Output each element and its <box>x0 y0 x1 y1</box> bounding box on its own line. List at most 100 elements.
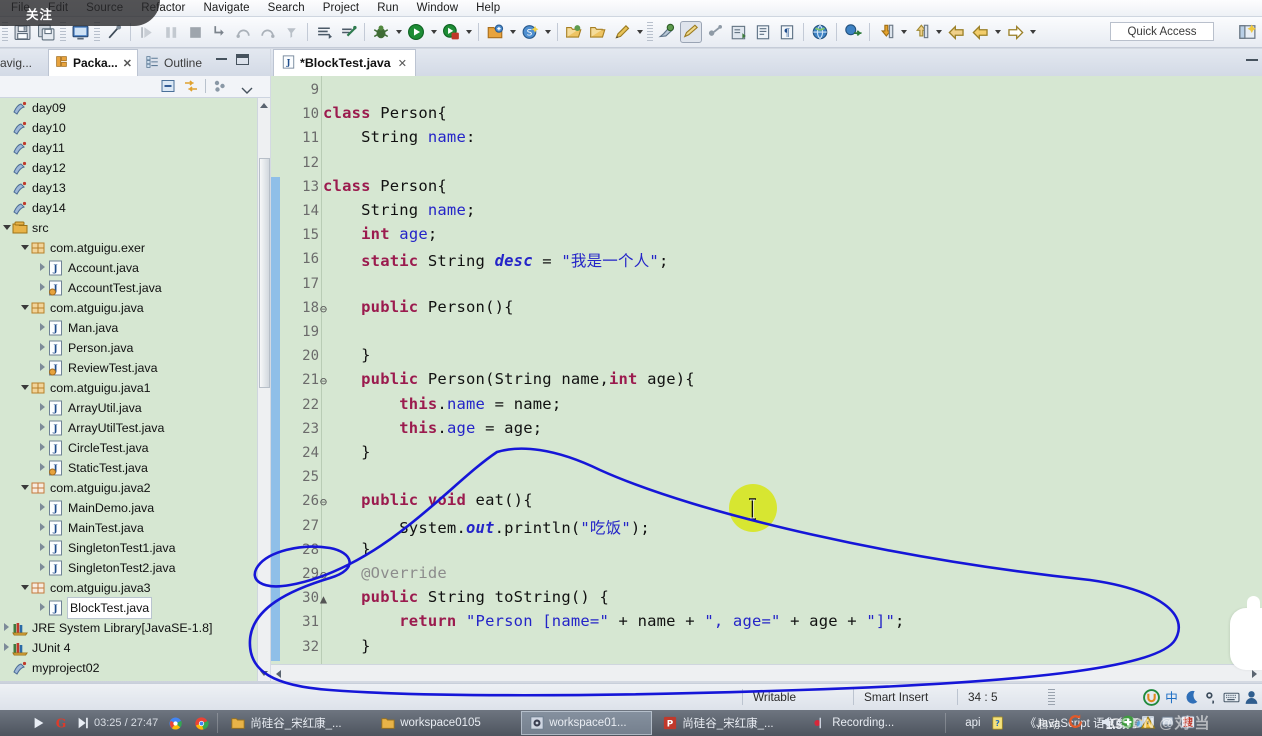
remote-deploy-icon[interactable] <box>842 21 864 43</box>
taskbar-item-api[interactable]: api ? <box>950 711 1013 735</box>
collapse-arrow-icon[interactable] <box>38 518 48 538</box>
tree-item-com-atguigu-java[interactable]: com.atguigu.java <box>0 298 270 318</box>
stop-icon[interactable] <box>184 21 206 43</box>
tree-item-statictest-java[interactable]: J StaticTest.java <box>0 458 270 478</box>
scroll-left-arrow-icon[interactable] <box>276 670 281 678</box>
code-line[interactable]: String name; <box>323 201 476 219</box>
tree-item-arrayutiltest-java[interactable]: J ArrayUtilTest.java <box>0 418 270 438</box>
collapse-arrow-icon[interactable] <box>38 258 48 278</box>
tree-item-singletontest2-java[interactable]: J SingletonTest2.java <box>0 558 270 578</box>
tree-scroll-thumb[interactable] <box>259 158 270 388</box>
menu-help[interactable]: Help <box>467 0 509 17</box>
new-java-dropdown-arrow[interactable] <box>507 21 518 43</box>
tree-item-junit-4[interactable]: JUnit 4 <box>0 638 270 658</box>
code-line[interactable]: System.out.println("吃饭"); <box>323 516 650 538</box>
step-return-icon[interactable] <box>256 21 278 43</box>
debug-dropdown-arrow[interactable] <box>393 21 404 43</box>
expand-arrow-icon[interactable] <box>20 238 30 258</box>
forward-icon[interactable] <box>1004 21 1026 43</box>
code-line[interactable]: public String toString() { <box>323 588 609 606</box>
code-line[interactable]: } <box>323 637 371 655</box>
code-line[interactable]: } <box>323 540 371 558</box>
collapse-arrow-icon[interactable] <box>38 338 48 358</box>
chrome-alt-icon[interactable]: G <box>54 715 68 730</box>
tree-item-person-java[interactable]: J Person.java <box>0 338 270 358</box>
code-line[interactable]: String name: <box>323 128 476 146</box>
menu-project[interactable]: Project <box>314 0 369 17</box>
back-dropdown-arrow[interactable] <box>992 21 1003 43</box>
code-folding-toggle[interactable]: ⊖ <box>319 568 328 582</box>
tree-vertical-scrollbar[interactable] <box>257 98 270 681</box>
tree-item-com-atguigu-java2[interactable]: com.atguigu.java2 <box>0 478 270 498</box>
play-icon[interactable] <box>32 716 46 730</box>
user-icon[interactable] <box>1243 689 1260 706</box>
tree-item-myproject02[interactable]: myproject02 <box>0 658 270 678</box>
collapse-arrow-icon[interactable] <box>2 618 12 638</box>
paragraph-mark-icon[interactable]: ¶ <box>776 21 798 43</box>
skip-breakpoints-icon[interactable] <box>313 21 335 43</box>
taskbar-item-folder-2[interactable]: workspace0105 <box>372 711 519 735</box>
tree-item-day10[interactable]: day10 <box>0 118 270 138</box>
open-perspective-icon[interactable] <box>1238 22 1258 42</box>
follow-overlay-badge[interactable]: 关注 <box>0 0 160 26</box>
upload-dropdown-arrow[interactable] <box>933 21 944 43</box>
color-wheel-icon[interactable] <box>168 716 182 730</box>
pause-icon[interactable] <box>160 21 182 43</box>
editor-gutter[interactable]: 9 10 11 12 13 14 15 16 17 18 19 20 21 22 23 24 25 26 27 28 2… <box>271 76 319 664</box>
code-line[interactable]: class Person{ <box>323 104 447 122</box>
editor-horizontal-scrollbar[interactable] <box>271 664 1262 681</box>
collapse-all-icon[interactable] <box>160 78 178 96</box>
code-folding-toggle[interactable]: ⊖ <box>319 302 328 316</box>
moon-icon[interactable] <box>1183 689 1200 706</box>
taskbar-item-folder-1[interactable]: 尚硅谷_宋红康_... <box>222 711 370 735</box>
expand-arrow-icon[interactable] <box>20 298 30 318</box>
warning-icon[interactable] <box>1140 714 1156 735</box>
collapse-arrow-icon[interactable] <box>38 598 48 618</box>
collapse-arrow-icon[interactable] <box>38 538 48 558</box>
code-line[interactable]: this.name = name; <box>323 395 561 413</box>
export-icon[interactable] <box>752 21 774 43</box>
taskbar-item-powerpoint[interactable]: P 尚硅谷_宋红康_... <box>654 711 802 735</box>
open-type-icon[interactable] <box>563 21 585 43</box>
tree-item-com-atguigu-exer[interactable]: com.atguigu.exer <box>0 238 270 258</box>
degree-icon[interactable] <box>1203 689 1220 706</box>
forward-back-icon[interactable] <box>969 21 991 43</box>
tree-item-day09[interactable]: day09 <box>0 98 270 118</box>
code-line[interactable]: this.age = age; <box>323 419 542 437</box>
code-line[interactable]: } <box>323 443 371 461</box>
tree-item-day14[interactable]: day14 <box>0 198 270 218</box>
code-line[interactable]: static String desc = "我是一个人"; <box>323 249 668 271</box>
ime-chinese-icon[interactable]: 中 <box>1163 689 1180 706</box>
back-icon[interactable] <box>945 21 967 43</box>
editor-minimize-icon[interactable] <box>1246 58 1258 61</box>
code-line[interactable]: } <box>323 346 371 364</box>
network-icon[interactable] <box>1160 714 1176 735</box>
menu-window[interactable]: Window <box>408 0 468 17</box>
tab-package-explorer[interactable]: Packa... ✕ <box>48 49 138 76</box>
tree-item-circletest-java[interactable]: J CircleTest.java <box>0 438 270 458</box>
code-line[interactable]: class Person{ <box>323 177 447 195</box>
edit-pencil-icon[interactable] <box>611 21 633 43</box>
editor-code-area[interactable]: class Person{ String name: class Person{ … <box>323 76 1262 664</box>
import-icon[interactable] <box>728 21 750 43</box>
expand-arrow-icon[interactable] <box>20 378 30 398</box>
external-tools-icon[interactable] <box>704 21 726 43</box>
tab-outline[interactable]: Outline <box>140 49 208 76</box>
open-task-icon[interactable] <box>587 21 609 43</box>
link-with-editor-icon[interactable] <box>183 78 201 96</box>
run-icon[interactable] <box>405 21 427 43</box>
refresh-icon[interactable] <box>1067 713 1084 735</box>
close-icon[interactable]: ✕ <box>123 57 132 70</box>
menu-run[interactable]: Run <box>368 0 407 17</box>
scroll-down-arrow-icon[interactable] <box>260 671 268 676</box>
taskbar-item-eclipse[interactable]: workspace01... <box>521 711 653 735</box>
upload-icon[interactable] <box>910 21 932 43</box>
tree-item-reviewtest-java[interactable]: J ReviewTest.java <box>0 358 270 378</box>
collapse-arrow-icon[interactable] <box>38 318 48 338</box>
code-folding-toggle[interactable]: ⊖ <box>319 495 328 509</box>
code-line[interactable]: public void eat(){ <box>323 491 533 509</box>
tree-item-accounttest-java[interactable]: J AccountTest.java <box>0 278 270 298</box>
tree-item-day12[interactable]: day12 <box>0 158 270 178</box>
menu-search[interactable]: Search <box>259 0 314 17</box>
debug-config-icon[interactable] <box>337 21 359 43</box>
